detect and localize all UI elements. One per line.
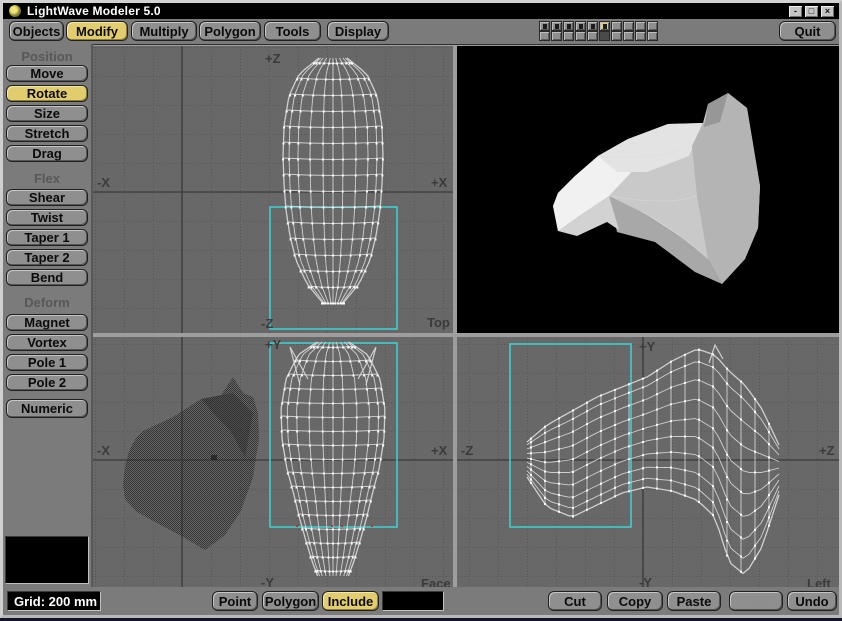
viewport-left[interactable]: +Y -Z +Z -Y Left <box>457 337 839 592</box>
layer-button-3[interactable] <box>563 21 574 31</box>
layer-button-9[interactable] <box>635 21 646 31</box>
redo-button[interactable]: Redo <box>729 591 783 611</box>
layer-button-6[interactable] <box>599 21 610 31</box>
layer-button-10-lower[interactable] <box>647 31 658 41</box>
tool-pole2[interactable]: Pole 2 <box>6 374 88 391</box>
layer-button-5-lower[interactable] <box>587 31 598 41</box>
app-icon <box>9 5 21 17</box>
app-window: LightWave Modeler 5.0 - □ × Objects Modi… <box>0 0 842 618</box>
cut-button[interactable]: Cut <box>548 591 602 611</box>
mode-include[interactable]: Include <box>322 591 379 611</box>
tool-size[interactable]: Size <box>6 105 88 122</box>
layer-button-4[interactable] <box>575 21 586 31</box>
menu-display[interactable]: Display <box>327 21 389 41</box>
layer-button-1-lower[interactable] <box>539 31 550 41</box>
axis-label-left: -X <box>97 443 110 458</box>
tool-stretch[interactable]: Stretch <box>6 125 88 142</box>
grid-size-display: Grid: 200 mm <box>7 591 101 611</box>
window-title: LightWave Modeler 5.0 <box>27 4 161 18</box>
minimize-button[interactable]: - <box>788 5 803 18</box>
menu-objects[interactable]: Objects <box>9 21 64 41</box>
axis-label-bottom: -Z <box>261 316 273 331</box>
axis-label-right: +X <box>431 443 448 458</box>
quit-button[interactable]: Quit <box>779 21 836 41</box>
close-button[interactable]: × <box>820 5 835 18</box>
mode-point[interactable]: Point <box>212 591 258 611</box>
tool-rotate[interactable]: Rotate <box>6 85 88 102</box>
section-label-deform: Deform <box>3 295 91 310</box>
tool-preview-box <box>5 536 89 584</box>
maximize-button[interactable]: □ <box>804 5 819 18</box>
layer-selector[interactable] <box>539 21 659 42</box>
layer-button-8[interactable] <box>623 21 634 31</box>
menu-modify[interactable]: Modify <box>66 21 128 41</box>
tool-shear[interactable]: Shear <box>6 189 88 206</box>
axis-label-left: -X <box>97 175 110 190</box>
layer-button-4-lower[interactable] <box>575 31 586 41</box>
tool-magnet[interactable]: Magnet <box>6 314 88 331</box>
menu-tools[interactable]: Tools <box>264 21 321 41</box>
tool-bend[interactable]: Bend <box>6 269 88 286</box>
face-viewport-canvas: +Y -X +X -Y Face <box>93 337 453 592</box>
top-viewport-canvas: +Z -X +X -Z Top <box>93 46 453 333</box>
tool-drag[interactable]: Drag <box>6 145 88 162</box>
menu-polygon[interactable]: Polygon <box>199 21 261 41</box>
mode-polygon[interactable]: Polygon <box>262 591 319 611</box>
viewport-top[interactable]: +Z -X +X -Z Top <box>93 46 453 333</box>
title-bar: LightWave Modeler 5.0 - □ × <box>3 3 839 19</box>
layer-button-2-lower[interactable] <box>551 31 562 41</box>
layer-button-5[interactable] <box>587 21 598 31</box>
axis-label-top: +Y <box>639 339 656 354</box>
axis-label-right: +X <box>431 175 448 190</box>
tool-twist[interactable]: Twist <box>6 209 88 226</box>
section-label-flex: Flex <box>3 171 91 186</box>
viewport-face[interactable]: +Y -X +X -Y Face <box>93 337 453 592</box>
axis-label-top: +Z <box>265 51 281 66</box>
tool-pole1[interactable]: Pole 1 <box>6 354 88 371</box>
grid-lines <box>457 337 839 592</box>
numeric-button[interactable]: Numeric <box>6 399 88 418</box>
layer-button-7[interactable] <box>611 21 622 31</box>
viewport-area: +Z -X +X -Z Top <box>93 44 839 593</box>
tool-taper1[interactable]: Taper 1 <box>6 229 88 246</box>
layer-button-3-lower[interactable] <box>563 31 574 41</box>
layer-button-2[interactable] <box>551 21 562 31</box>
section-label-position: Position <box>3 49 91 64</box>
viewport-name-label: Top <box>427 315 450 330</box>
layer-button-8-lower[interactable] <box>623 31 634 41</box>
axis-label-right: +Z <box>819 443 835 458</box>
copy-button[interactable]: Copy <box>607 591 663 611</box>
paste-button[interactable]: Paste <box>667 591 721 611</box>
undo-button[interactable]: Undo <box>787 591 837 611</box>
layer-button-10[interactable] <box>647 21 658 31</box>
grid-lines <box>93 46 453 333</box>
status-bar: Grid: 200 mm Point Polygon Include Cut C… <box>3 587 839 615</box>
menu-bar: Objects Modify Multiply Polygon Tools Di… <box>3 19 839 44</box>
surface-color-swatch[interactable] <box>382 591 444 611</box>
left-viewport-canvas: +Y -Z +Z -Y Left <box>457 337 839 592</box>
tool-vortex[interactable]: Vortex <box>6 334 88 351</box>
layer-button-7-lower[interactable] <box>611 31 622 41</box>
axis-label-top: +Y <box>265 337 282 352</box>
layer-button-9-lower[interactable] <box>635 31 646 41</box>
tool-sidebar: Position Move Rotate Size Stretch Drag F… <box>3 44 93 587</box>
layer-button-6-lower[interactable] <box>599 31 610 41</box>
menu-multiply[interactable]: Multiply <box>131 21 197 41</box>
tool-taper2[interactable]: Taper 2 <box>6 249 88 266</box>
axis-label-left: -Z <box>461 443 473 458</box>
layer-button-1[interactable] <box>539 21 550 31</box>
viewport-preview[interactable] <box>457 46 839 333</box>
tool-move[interactable]: Move <box>6 65 88 82</box>
preview-canvas <box>457 46 839 333</box>
